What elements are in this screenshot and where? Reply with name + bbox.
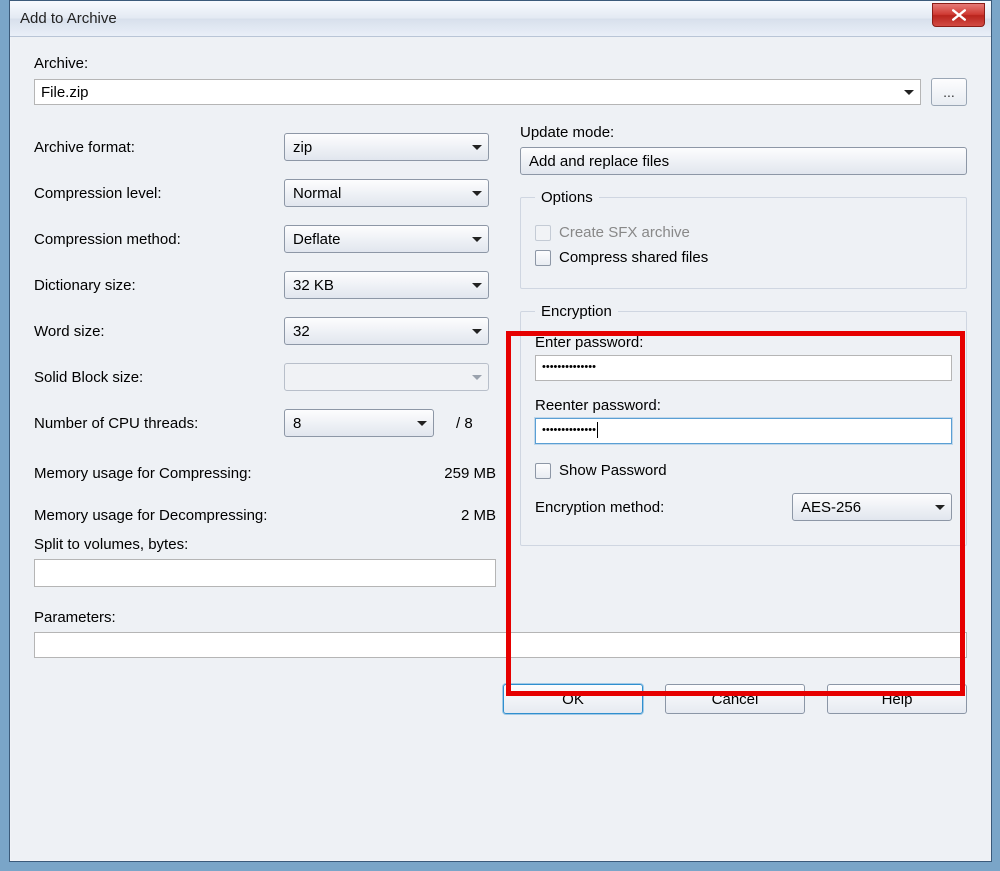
button-bar: OK Cancel Help	[34, 684, 967, 714]
word-size-label: Word size:	[34, 323, 284, 340]
chevron-down-icon	[472, 283, 482, 288]
mem-compress-label: Memory usage for Compressing:	[34, 465, 416, 482]
chevron-down-icon	[472, 191, 482, 196]
split-volumes-dropdown[interactable]	[34, 559, 496, 587]
dropdown-value: 8	[293, 415, 301, 432]
dropdown-value: AES-256	[801, 499, 861, 516]
chevron-down-icon	[472, 329, 482, 334]
show-password-checkbox[interactable]	[535, 463, 551, 479]
titlebar: Add to Archive	[10, 1, 991, 37]
close-icon	[952, 9, 966, 21]
update-mode-dropdown[interactable]: Add and replace files	[520, 147, 967, 175]
cpu-threads-label: Number of CPU threads:	[34, 415, 284, 432]
cancel-button[interactable]: Cancel	[665, 684, 805, 714]
ellipsis-icon: ...	[943, 84, 955, 100]
encryption-method-dropdown[interactable]: AES-256	[792, 493, 952, 521]
help-button[interactable]: Help	[827, 684, 967, 714]
compression-level-dropdown[interactable]: Normal	[284, 179, 489, 207]
browse-button[interactable]: ...	[931, 78, 967, 106]
solid-block-dropdown	[284, 363, 489, 391]
options-group: Options Create SFX archive Compress shar…	[520, 189, 967, 289]
compression-level-label: Compression level:	[34, 185, 284, 202]
dropdown-value: Normal	[293, 185, 341, 202]
dictionary-size-label: Dictionary size:	[34, 277, 284, 294]
mem-compress-value: 259 MB	[416, 465, 496, 482]
button-label: Cancel	[712, 691, 759, 708]
options-legend: Options	[535, 189, 599, 206]
update-mode-label: Update mode:	[520, 124, 614, 141]
chevron-down-icon	[904, 90, 914, 95]
mem-decompress-value: 2 MB	[416, 507, 496, 524]
chevron-down-icon	[417, 421, 427, 426]
archive-name-dropdown[interactable]: File.zip	[34, 79, 921, 105]
parameters-label: Parameters:	[34, 609, 967, 626]
encryption-legend: Encryption	[535, 303, 618, 320]
dropdown-value: 32 KB	[293, 277, 334, 294]
archive-name-value: File.zip	[41, 84, 89, 101]
ok-button[interactable]: OK	[503, 684, 643, 714]
encryption-group: Encryption Enter password: •••••••••••••…	[520, 303, 967, 546]
show-password-label: Show Password	[559, 462, 667, 479]
cpu-threads-dropdown[interactable]: 8	[284, 409, 434, 437]
shared-label: Compress shared files	[559, 249, 708, 266]
solid-block-label: Solid Block size:	[34, 369, 284, 386]
parameters-input[interactable]	[34, 632, 967, 658]
chevron-down-icon	[935, 505, 945, 510]
sfx-label: Create SFX archive	[559, 224, 690, 241]
password-mask: ••••••••••••••	[542, 424, 596, 436]
dictionary-size-dropdown[interactable]: 32 KB	[284, 271, 489, 299]
dialog-content: Archive: File.zip ... Archive format: zi…	[10, 37, 991, 861]
archive-format-label: Archive format:	[34, 139, 284, 156]
dropdown-value: Add and replace files	[529, 153, 669, 170]
sfx-checkbox	[535, 225, 551, 241]
split-volumes-label: Split to volumes, bytes:	[34, 536, 188, 553]
button-label: Help	[882, 691, 913, 708]
archive-format-dropdown[interactable]: zip	[284, 133, 489, 161]
cpu-threads-max: / 8	[456, 415, 473, 432]
chevron-down-icon	[472, 237, 482, 242]
compression-method-label: Compression method:	[34, 231, 284, 248]
dropdown-value: zip	[293, 139, 312, 156]
shared-checkbox[interactable]	[535, 250, 551, 266]
right-column: Update mode: Add and replace files Optio…	[520, 124, 967, 587]
password-mask: ••••••••••••••	[542, 361, 596, 373]
word-size-dropdown[interactable]: 32	[284, 317, 489, 345]
encryption-method-label: Encryption method:	[535, 499, 792, 516]
left-column: Archive format: zip Compression level: N…	[34, 124, 496, 587]
window-title: Add to Archive	[20, 10, 117, 27]
enter-password-input[interactable]: ••••••••••••••	[535, 355, 952, 381]
dropdown-value: 32	[293, 323, 310, 340]
mem-decompress-label: Memory usage for Decompressing:	[34, 507, 416, 524]
button-label: OK	[562, 691, 584, 708]
reenter-password-label: Reenter password:	[535, 397, 661, 414]
enter-password-label: Enter password:	[535, 334, 643, 351]
dropdown-value: Deflate	[293, 231, 341, 248]
dialog-window: Add to Archive Archive: File.zip ... Arc…	[9, 0, 992, 862]
close-button[interactable]	[932, 3, 985, 27]
text-cursor-icon	[597, 422, 598, 438]
chevron-down-icon	[472, 375, 482, 380]
compression-method-dropdown[interactable]: Deflate	[284, 225, 489, 253]
archive-label: Archive:	[34, 55, 88, 72]
reenter-password-input[interactable]: ••••••••••••••	[535, 418, 952, 444]
chevron-down-icon	[472, 145, 482, 150]
